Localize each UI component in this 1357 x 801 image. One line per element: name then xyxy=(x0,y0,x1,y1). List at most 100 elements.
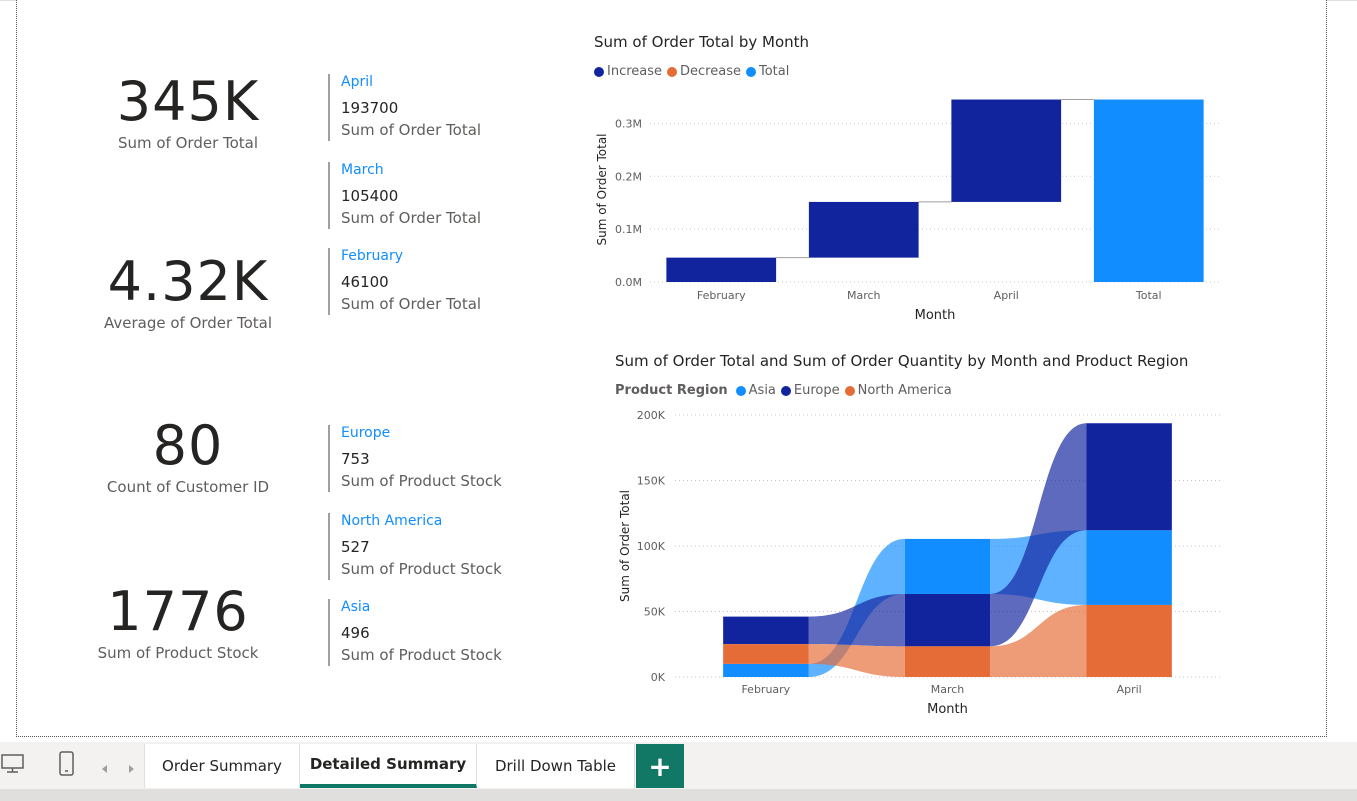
row-title: Asia xyxy=(341,599,371,615)
kpi-card-sum-product-stock[interactable]: 1776 Sum of Product Stock xyxy=(58,580,298,663)
y-tick-label: 150K xyxy=(637,475,666,488)
legend-title: Product Region xyxy=(615,383,728,398)
x-tick-label: March xyxy=(931,683,965,696)
phone-icon[interactable] xyxy=(57,750,77,782)
ribbon-bar-segment xyxy=(1086,423,1172,531)
legend-item-asia[interactable]: Asia xyxy=(735,383,776,398)
multirow-card-row[interactable]: April 193700 Sum of Order Total xyxy=(328,74,548,141)
row-label: Sum of Product Stock xyxy=(341,646,502,664)
row-value: 527 xyxy=(341,538,370,556)
x-axis-title: Month xyxy=(915,308,956,323)
status-strip xyxy=(0,789,1357,801)
kpi-value: 4.32K xyxy=(107,250,269,313)
row-value: 496 xyxy=(341,624,370,642)
y-axis-title: Sum of Order Total xyxy=(595,133,609,245)
row-label: Sum of Order Total xyxy=(341,209,482,227)
legend-label: Decrease xyxy=(680,64,741,79)
row-value: 46100 xyxy=(341,273,389,291)
kpi-card-sum-order-total[interactable]: 345K Sum of Order Total xyxy=(68,70,308,153)
ribbon-bar-segment xyxy=(904,646,991,677)
legend-label: Europe xyxy=(793,383,840,398)
waterfall-bar xyxy=(666,257,777,282)
ribbon-bar-segment xyxy=(904,538,991,594)
multirow-card-row[interactable]: February 46100 Sum of Order Total xyxy=(328,248,548,315)
waterfall-bar xyxy=(1093,99,1204,282)
y-tick-label: 0.0M xyxy=(615,276,642,289)
tab-drill-down-table[interactable]: Drill Down Table xyxy=(477,744,635,788)
legend-item-north-america[interactable]: North America xyxy=(844,383,952,398)
kpi-value: 1776 xyxy=(107,580,249,643)
tab-order-summary[interactable]: Order Summary xyxy=(144,744,300,788)
y-tick-label: 100K xyxy=(637,540,666,553)
x-tick-label: Total xyxy=(1135,289,1162,302)
multirow-card-row[interactable]: Asia 496 Sum of Product Stock xyxy=(328,599,548,666)
legend-dot xyxy=(745,66,756,77)
x-tick-label: April xyxy=(994,289,1019,302)
waterfall-bar xyxy=(808,201,919,258)
ribbon-bar-segment xyxy=(904,593,991,647)
kpi-value: 80 xyxy=(152,414,224,477)
row-value: 105400 xyxy=(341,187,399,205)
row-title: April xyxy=(341,74,373,90)
ribbon-bar-segment xyxy=(723,644,809,664)
legend-dot xyxy=(844,385,855,396)
row-label: Sum of Product Stock xyxy=(341,560,502,578)
ribbon-chart-title: Sum of Order Total and Sum of Order Quan… xyxy=(615,352,1189,370)
row-title: North America xyxy=(341,513,443,529)
waterfall-chart[interactable]: 0.0M 0.1M 0.2M 0.3M February March April Total M… xyxy=(580,85,1240,330)
waterfall-chart-title: Sum of Order Total by Month xyxy=(594,33,810,51)
x-tick-label: April xyxy=(1117,683,1142,696)
row-value: 753 xyxy=(341,450,370,468)
waterfall-bar xyxy=(951,99,1062,202)
kpi-label: Sum of Order Total xyxy=(117,134,259,152)
multirow-card-row[interactable]: March 105400 Sum of Order Total xyxy=(328,162,548,229)
y-axis-title: Sum of Order Total xyxy=(618,490,632,602)
y-tick-label: 0.2M xyxy=(615,170,642,183)
prev-page-icon[interactable] xyxy=(100,760,110,779)
desktop-icon[interactable] xyxy=(0,750,26,780)
tab-detailed-summary[interactable]: Detailed Summary xyxy=(300,744,477,788)
x-tick-label: February xyxy=(697,289,746,302)
legend-label: Increase xyxy=(607,64,663,79)
row-title: Europe xyxy=(341,425,391,441)
row-label: Sum of Order Total xyxy=(341,121,482,139)
legend-item-increase[interactable]: Increase xyxy=(594,64,662,79)
y-tick-label: 0K xyxy=(651,671,666,684)
legend-dot xyxy=(667,66,678,77)
y-tick-label: 200K xyxy=(637,409,666,422)
row-value: 193700 xyxy=(341,99,399,117)
legend-item-decrease[interactable]: Decrease xyxy=(667,64,741,79)
ribbon-bar-segment xyxy=(723,616,809,645)
waterfall-legend: Increase Decrease Total xyxy=(594,64,794,79)
kpi-label: Average of Order Total xyxy=(103,314,273,332)
ribbon-bar-segment xyxy=(723,663,809,677)
legend-dot xyxy=(780,385,791,396)
row-label: Sum of Product Stock xyxy=(341,472,502,490)
kpi-card-average-order-total[interactable]: 4.32K Average of Order Total xyxy=(68,250,308,333)
x-tick-label: February xyxy=(741,683,790,696)
kpi-label: Count of Customer ID xyxy=(106,478,270,496)
next-page-icon[interactable] xyxy=(126,760,136,779)
add-page-button[interactable]: + xyxy=(636,744,684,788)
ribbon-chart[interactable]: 0K 50K 100K 150K 200K February March April Month… xyxy=(600,400,1240,725)
page-tab-bar: Order Summary Detailed Summary Drill Dow… xyxy=(0,742,1357,801)
y-tick-label: 50K xyxy=(644,606,666,619)
y-tick-label: 0.1M xyxy=(615,223,642,236)
x-tick-label: March xyxy=(847,289,881,302)
multirow-card-row[interactable]: Europe 753 Sum of Product Stock xyxy=(328,425,548,492)
legend-dot xyxy=(735,385,746,396)
multirow-card-row[interactable]: North America 527 Sum of Product Stock xyxy=(328,513,548,580)
legend-item-europe[interactable]: Europe xyxy=(780,383,840,398)
ribbon-bar-segment xyxy=(1086,604,1172,677)
legend-label: Total xyxy=(758,64,790,79)
kpi-card-count-customer-id[interactable]: 80 Count of Customer ID xyxy=(68,414,308,497)
ribbon-bar-segment xyxy=(1086,530,1172,605)
row-title: March xyxy=(341,162,384,178)
x-axis-title: Month xyxy=(927,702,968,717)
kpi-value: 345K xyxy=(116,70,260,133)
y-tick-label: 0.3M xyxy=(615,117,642,130)
legend-item-total[interactable]: Total xyxy=(745,64,790,79)
legend-label: Asia xyxy=(748,383,776,398)
row-title: February xyxy=(341,248,404,264)
legend-dot xyxy=(594,66,604,77)
